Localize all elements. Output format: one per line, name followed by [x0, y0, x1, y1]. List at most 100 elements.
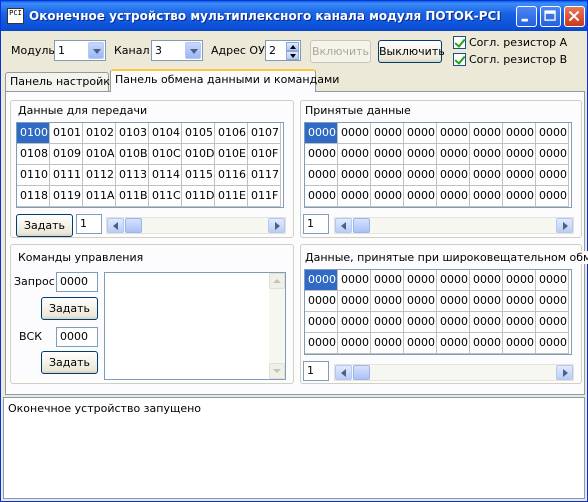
tx-cell[interactable]: 0109: [50, 144, 83, 165]
broadcast-cell[interactable]: 0000: [371, 312, 404, 333]
tx-cell[interactable]: 010B: [116, 144, 149, 165]
broadcast-cell[interactable]: 0000: [437, 270, 470, 291]
rx-cell[interactable]: 0000: [404, 123, 437, 144]
broadcast-cell[interactable]: 0000: [404, 312, 437, 333]
rx-cell[interactable]: 0000: [470, 144, 503, 165]
tx-page-input[interactable]: 1: [76, 214, 102, 234]
broadcast-cell[interactable]: 0000: [371, 270, 404, 291]
enable-button[interactable]: Включить: [310, 40, 371, 63]
vsk-input[interactable]: 0000: [56, 327, 98, 347]
tx-cell[interactable]: 010C: [149, 144, 182, 165]
rx-cell[interactable]: 0000: [404, 186, 437, 207]
maximize-button[interactable]: [540, 6, 561, 27]
channel-select[interactable]: 3: [151, 40, 203, 61]
broadcast-cell[interactable]: 0000: [305, 312, 338, 333]
rx-cell[interactable]: 0000: [338, 186, 371, 207]
memo-scrollbar[interactable]: [269, 273, 285, 379]
rx-cell[interactable]: 0000: [371, 165, 404, 186]
broadcast-cell[interactable]: 0000: [536, 312, 569, 333]
tx-cell[interactable]: 0114: [149, 165, 182, 186]
scroll-right-icon[interactable]: [556, 218, 573, 233]
rx-scrollbar[interactable]: [334, 217, 574, 234]
broadcast-cell[interactable]: 0000: [305, 333, 338, 354]
chevron-down-icon[interactable]: [88, 42, 104, 59]
broadcast-cell[interactable]: 0000: [305, 291, 338, 312]
resistor-a-checkbox[interactable]: [453, 36, 466, 49]
broadcast-cell[interactable]: 0000: [437, 312, 470, 333]
commands-memo[interactable]: [104, 272, 286, 380]
minimize-button[interactable]: [516, 6, 537, 27]
spin-down-icon[interactable]: [286, 51, 299, 60]
rx-cell[interactable]: 0000: [437, 186, 470, 207]
request-set-button[interactable]: Задать: [41, 297, 98, 320]
rx-cell[interactable]: 0000: [305, 165, 338, 186]
tx-cell[interactable]: 011D: [182, 186, 215, 207]
tx-cell[interactable]: 0119: [50, 186, 83, 207]
broadcast-cell[interactable]: 0000: [404, 270, 437, 291]
rx-cell[interactable]: 0000: [503, 123, 536, 144]
tx-cell[interactable]: 0115: [182, 165, 215, 186]
tx-cell[interactable]: 0108: [17, 144, 50, 165]
rx-cell[interactable]: 0000: [305, 186, 338, 207]
broadcast-cell[interactable]: 0000: [470, 333, 503, 354]
tx-cell[interactable]: 0105: [182, 123, 215, 144]
rx-cell[interactable]: 0000: [503, 186, 536, 207]
broadcast-cell[interactable]: 0000: [470, 312, 503, 333]
title-bar[interactable]: PCI Оконечное устройство мультиплексного…: [1, 1, 587, 31]
tab-exchange[interactable]: Панель обмена данными и командами: [110, 69, 339, 92]
tx-cell[interactable]: 0111: [50, 165, 83, 186]
rx-cell[interactable]: 0000: [371, 144, 404, 165]
rx-cell[interactable]: 0000: [404, 144, 437, 165]
rx-cell[interactable]: 0000: [437, 144, 470, 165]
broadcast-cell[interactable]: 0000: [338, 333, 371, 354]
tx-cell[interactable]: 0102: [83, 123, 116, 144]
broadcast-cell[interactable]: 0000: [404, 291, 437, 312]
rx-cell[interactable]: 0000: [470, 165, 503, 186]
broadcast-cell[interactable]: 0000: [503, 270, 536, 291]
tx-cell[interactable]: 0106: [215, 123, 248, 144]
scroll-left-icon[interactable]: [335, 365, 352, 380]
tx-cell[interactable]: 0107: [248, 123, 281, 144]
module-select[interactable]: 1: [54, 40, 106, 61]
rx-cell[interactable]: 0000: [503, 165, 536, 186]
rx-cell[interactable]: 0000: [305, 123, 338, 144]
broadcast-cell[interactable]: 0000: [536, 291, 569, 312]
broadcast-data-grid[interactable]: 0000 0000 0000 0000 0000 0000 0000 0000 0000 0000…: [304, 269, 572, 355]
tx-cell[interactable]: 010A: [83, 144, 116, 165]
tx-cell[interactable]: 0103: [116, 123, 149, 144]
broadcast-cell[interactable]: 0000: [503, 291, 536, 312]
rx-cell[interactable]: 0000: [371, 123, 404, 144]
scroll-up-icon[interactable]: [269, 273, 285, 289]
vsk-set-button[interactable]: Задать: [41, 351, 98, 374]
scroll-down-icon[interactable]: [269, 363, 285, 379]
close-button[interactable]: [564, 6, 585, 27]
chevron-down-icon[interactable]: [185, 42, 201, 59]
tx-cell[interactable]: 0101: [50, 123, 83, 144]
rx-data-grid[interactable]: 0000 0000 0000 0000 0000 0000 0000 0000 0000 0000…: [304, 122, 572, 208]
resistor-b-checkbox[interactable]: [453, 53, 466, 66]
broadcast-cell[interactable]: 0000: [536, 333, 569, 354]
tab-settings[interactable]: Панель настройки: [5, 72, 117, 92]
scroll-thumb[interactable]: [353, 365, 370, 380]
tx-cell[interactable]: 0117: [248, 165, 281, 186]
broadcast-scrollbar[interactable]: [334, 364, 574, 381]
tx-cell[interactable]: 011C: [149, 186, 182, 207]
scroll-right-icon[interactable]: [268, 218, 285, 233]
broadcast-cell[interactable]: 0000: [338, 291, 371, 312]
rx-cell[interactable]: 0000: [536, 123, 569, 144]
tx-cell[interactable]: 0113: [116, 165, 149, 186]
scroll-thumb[interactable]: [125, 218, 142, 233]
rx-cell[interactable]: 0000: [305, 144, 338, 165]
tx-cell[interactable]: 011F: [248, 186, 281, 207]
rx-cell[interactable]: 0000: [437, 165, 470, 186]
broadcast-cell[interactable]: 0000: [536, 270, 569, 291]
rx-cell[interactable]: 0000: [536, 186, 569, 207]
broadcast-cell[interactable]: 0000: [470, 270, 503, 291]
tx-cell[interactable]: 011E: [215, 186, 248, 207]
tx-cell[interactable]: 010E: [215, 144, 248, 165]
tx-cell[interactable]: 0110: [17, 165, 50, 186]
rx-cell[interactable]: 0000: [371, 186, 404, 207]
scroll-right-icon[interactable]: [556, 365, 573, 380]
request-input[interactable]: 0000: [56, 272, 98, 292]
rx-cell[interactable]: 0000: [338, 123, 371, 144]
